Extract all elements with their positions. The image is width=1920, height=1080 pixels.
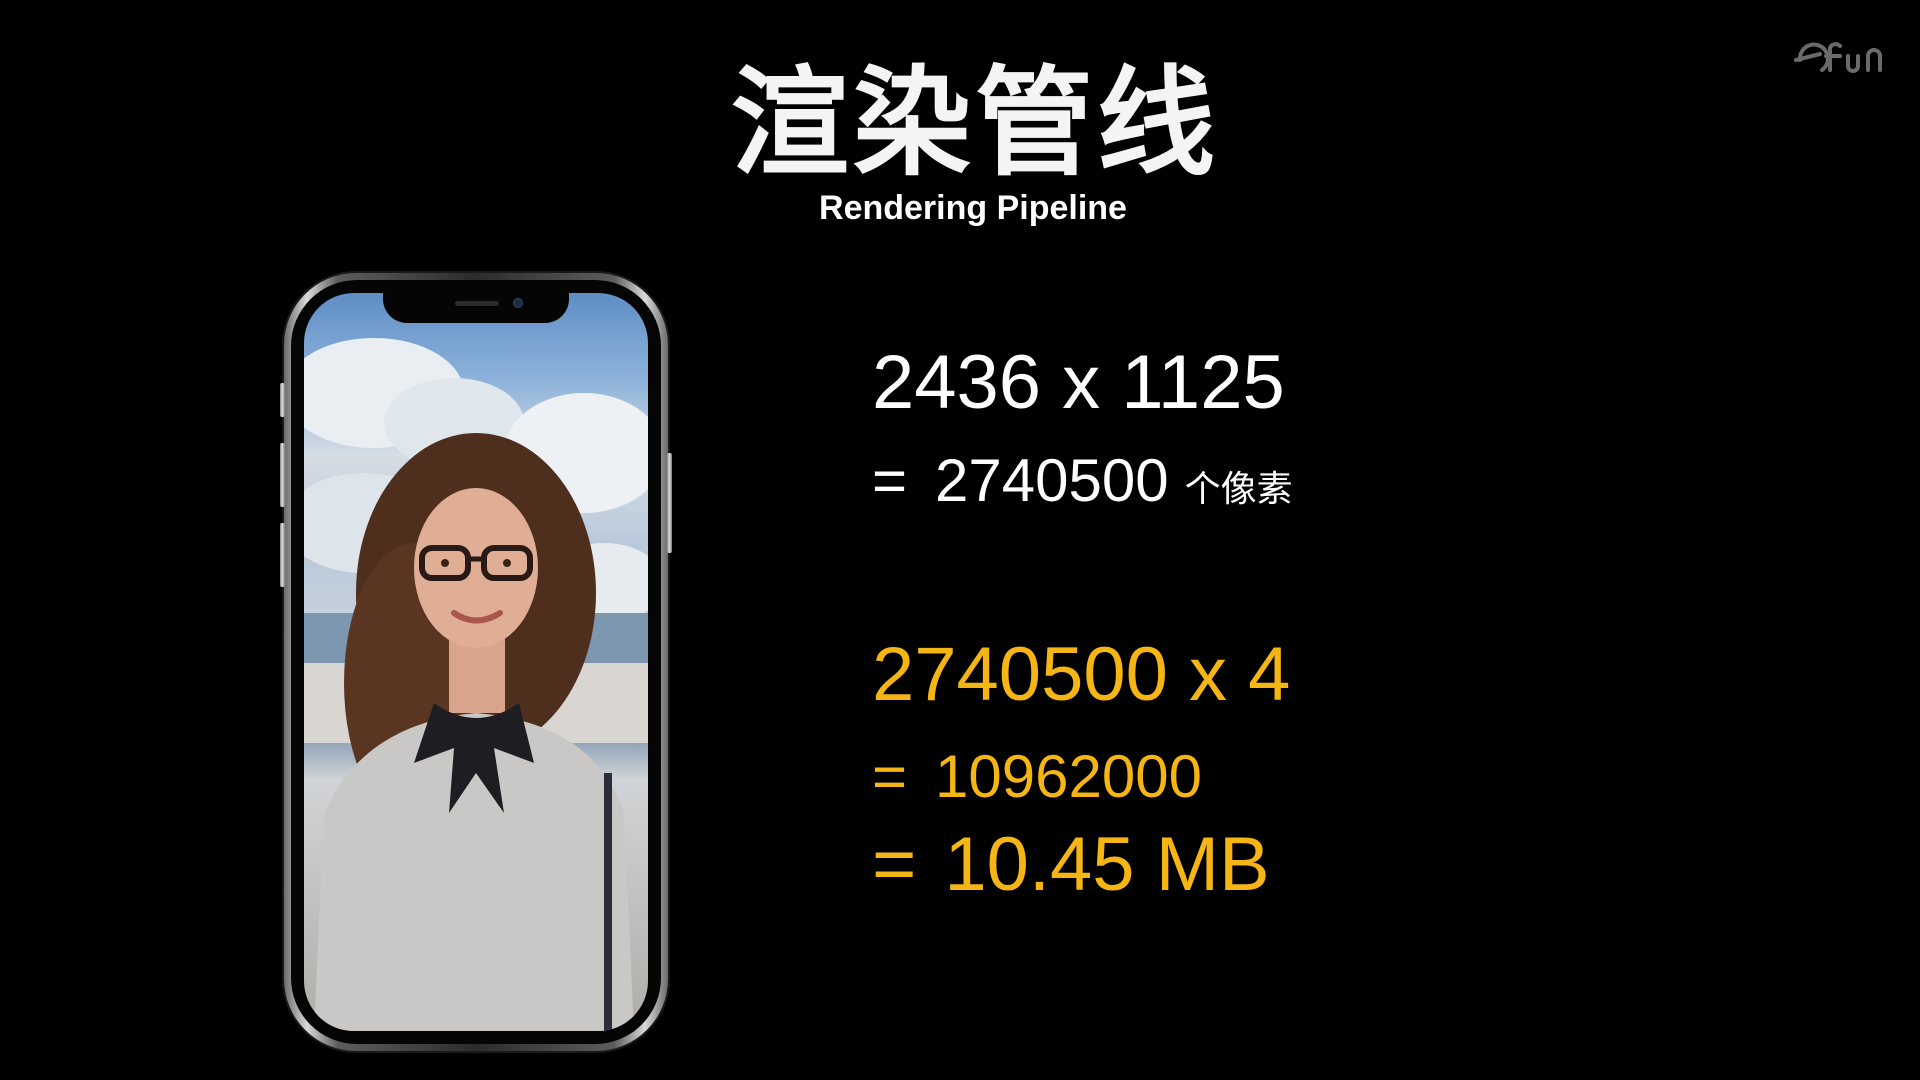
phone-portrait-photo-icon bbox=[304, 293, 648, 1031]
megabytes-line: = 10.45 MB bbox=[872, 822, 1270, 908]
phone-volume-down-button bbox=[280, 523, 285, 587]
resolution-text: 2436 x 1125 bbox=[872, 340, 1285, 425]
pixels-value: 2740500 bbox=[935, 447, 1169, 514]
slide-title: 渲染管线 bbox=[730, 54, 1219, 192]
phone-power-button bbox=[667, 453, 672, 553]
pixels-line: = 2740500 个像素 bbox=[872, 446, 1293, 525]
slide-subtitle: Rendering Pipeline bbox=[819, 189, 1127, 227]
iphone-mockup bbox=[280, 273, 672, 1051]
phone-volume-up-button bbox=[280, 443, 285, 507]
phone-camera-icon bbox=[513, 298, 523, 308]
bytes-value: 10962000 bbox=[935, 743, 1202, 810]
phone-speaker bbox=[455, 301, 499, 306]
pixels-unit: 个像素 bbox=[1184, 469, 1293, 510]
megabytes-value: 10.45 MB bbox=[944, 822, 1270, 907]
slide: 渲染管线 Rendering Pipeline 2436 x 1125 = 27… bbox=[0, 0, 1920, 1080]
equals-sign: = bbox=[872, 822, 917, 907]
equals-sign: = bbox=[872, 447, 908, 514]
phone-notch bbox=[383, 293, 569, 323]
equals-sign: = bbox=[872, 743, 908, 810]
bytes-line: = 10962000 bbox=[872, 742, 1202, 812]
bytes-expression: 2740500 x 4 bbox=[872, 632, 1291, 717]
phone-side-button bbox=[280, 383, 285, 417]
efun-logo-icon bbox=[1790, 30, 1900, 80]
